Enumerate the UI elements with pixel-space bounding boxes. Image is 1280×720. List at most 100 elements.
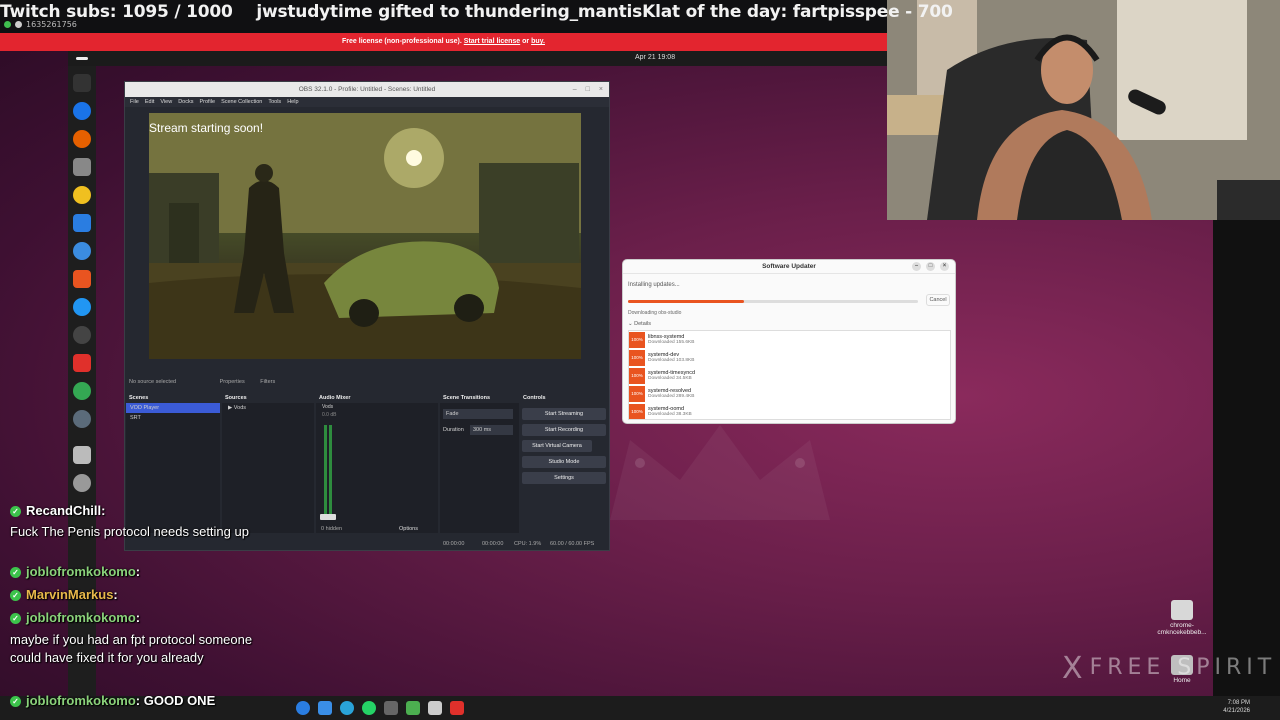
activities-indicator[interactable] [76, 57, 88, 60]
scene-item[interactable]: VOD Player [126, 403, 220, 413]
transition-select[interactable]: Fade [443, 409, 513, 419]
menu-scene-collection[interactable]: Scene Collection [221, 97, 262, 107]
chromium-icon[interactable] [73, 102, 91, 120]
audio-mixer-header: Audio Mixer [319, 395, 351, 401]
clock-date: 4/21/2026 [1223, 708, 1250, 714]
minimize-icon[interactable]: – [573, 82, 577, 97]
badge-icon: ✓ [10, 567, 21, 578]
writer-icon[interactable] [73, 214, 91, 232]
app-center-icon[interactable] [73, 270, 91, 288]
browser-icon[interactable] [340, 701, 354, 715]
chat-text: maybe if you had an fpt protocol someone… [10, 632, 253, 665]
menu-file[interactable]: File [130, 97, 139, 107]
mixer-channel-name: Vods [322, 404, 334, 410]
source-label: Vods [233, 405, 246, 411]
download-percent: 100% [629, 350, 645, 366]
scene-transitions-header: Scene Transitions [443, 395, 491, 401]
word-icon[interactable] [318, 701, 332, 715]
download-percent: 100% [629, 368, 645, 384]
app-icon[interactable] [384, 701, 398, 715]
start-virtual-camera-button[interactable]: Start Virtual Camera [522, 440, 592, 452]
list-item: 100% systemd-timesyncd Downloaded 34.5KB [629, 367, 950, 385]
sources-dock-header: Sources [225, 395, 247, 401]
desktop-icon-chrome-app[interactable]: chrome-cmkncekebbeb... [1152, 600, 1212, 636]
duration-input[interactable]: 300 ms [470, 425, 513, 435]
menu-tools[interactable]: Tools [268, 97, 281, 107]
menu-view[interactable]: View [160, 97, 172, 107]
package-size: Downloaded 103.8KB [648, 358, 695, 363]
top-bar-clock[interactable]: Apr 21 19:08 [635, 54, 675, 61]
settings-button[interactable]: Settings [522, 472, 606, 484]
filters-button[interactable]: Filters [260, 379, 275, 385]
rhythmbox-icon[interactable] [73, 186, 91, 204]
close-icon[interactable]: × [940, 262, 949, 271]
watermark-text: FREE SPIRIT [1089, 655, 1277, 680]
overlay-status-row: 1635261756 [4, 20, 77, 29]
stream-time: 00:00:00 [443, 541, 465, 547]
taskbar-clock[interactable]: 7:08 PM 4/21/2026 [1223, 699, 1250, 715]
terminal-icon[interactable] [73, 74, 91, 92]
app-icon[interactable] [450, 701, 464, 715]
list-item: 100% systemd-dev Downloaded 103.8KB [629, 349, 950, 367]
webcam-image [887, 0, 1280, 220]
watermark-mark: X [1062, 651, 1088, 686]
app-icon[interactable] [428, 701, 442, 715]
menu-profile[interactable]: Profile [199, 97, 215, 107]
scenes-dock-header: Scenes [129, 395, 149, 401]
chat-text: Fuck The Penis protocol needs setting up [10, 524, 249, 539]
options-button[interactable]: Options [399, 526, 418, 532]
chrome-icon[interactable] [73, 382, 91, 400]
updater-status: Installing updates... [628, 282, 680, 288]
chat-username: MarvinMarkus [26, 587, 114, 602]
menu-help[interactable]: Help [287, 97, 298, 107]
update-progress-bar [628, 300, 918, 303]
menu-docks[interactable]: Docks [178, 97, 193, 107]
whatsapp-icon[interactable] [362, 701, 376, 715]
details-expander[interactable]: ⌄ Details [628, 321, 651, 327]
trial-link[interactable]: Start trial license [464, 38, 520, 45]
updater-titlebar[interactable]: Software Updater – □ × [623, 260, 955, 274]
mixer-level: 0.0 dB [322, 412, 337, 418]
scene-item[interactable]: SRT [126, 413, 220, 423]
disc-icon[interactable] [73, 474, 91, 492]
chat-message: ✓ joblofromkokomo: GOOD ONE [10, 693, 215, 708]
details-label: Details [634, 321, 651, 327]
app-icon[interactable] [406, 701, 420, 715]
thunderbird-icon[interactable] [73, 242, 91, 260]
trash-icon[interactable] [73, 446, 91, 464]
maximize-icon[interactable]: □ [926, 262, 935, 271]
chat-username: RecandChill [26, 503, 102, 518]
status-dot-icon [15, 21, 22, 28]
chat-username: joblofromkokomo [26, 564, 136, 579]
anydesk-icon[interactable] [73, 354, 91, 372]
source-item[interactable]: ▶ Vods [222, 403, 314, 413]
fps-readout: 60.00 / 60.00 FPS [550, 541, 595, 547]
cancel-button[interactable]: Cancel [926, 294, 950, 306]
chat-username: joblofromkokomo [26, 610, 136, 625]
edge-icon[interactable] [296, 701, 310, 715]
obs-titlebar[interactable]: OBS 32.1.0 - Profile: Untitled - Scenes:… [125, 82, 609, 97]
close-icon[interactable]: × [599, 82, 603, 97]
buy-link[interactable]: buy. [531, 38, 545, 45]
webcam-feed [887, 0, 1280, 220]
volume-fader[interactable] [320, 514, 336, 520]
obs-title: OBS 32.1.0 - Profile: Untitled - Scenes:… [298, 86, 436, 93]
minimize-icon[interactable]: – [912, 262, 921, 271]
start-recording-button[interactable]: Start Recording [522, 424, 606, 436]
properties-button[interactable]: Properties [220, 379, 245, 385]
files-icon[interactable] [73, 158, 91, 176]
start-streaming-button[interactable]: Start Streaming [522, 408, 606, 420]
obs-preview[interactable]: Stream starting soon! [149, 113, 581, 359]
software-updater-icon[interactable] [73, 410, 91, 428]
maximize-icon[interactable]: □ [586, 82, 590, 97]
obs-window: OBS 32.1.0 - Profile: Untitled - Scenes:… [124, 81, 610, 551]
no-source-label: No source selected [129, 379, 177, 385]
menu-edit[interactable]: Edit [145, 97, 154, 107]
help-icon[interactable] [73, 298, 91, 316]
package-list[interactable]: 100% libnss-systemd Downloaded 155.6KB 10… [628, 330, 951, 420]
studio-mode-button[interactable]: Studio Mode [522, 456, 606, 468]
obs-icon[interactable] [73, 326, 91, 344]
firefox-icon[interactable] [73, 130, 91, 148]
crown-watermark-icon [610, 425, 830, 520]
software-updater-window: Software Updater – □ × Installing update… [622, 259, 956, 424]
